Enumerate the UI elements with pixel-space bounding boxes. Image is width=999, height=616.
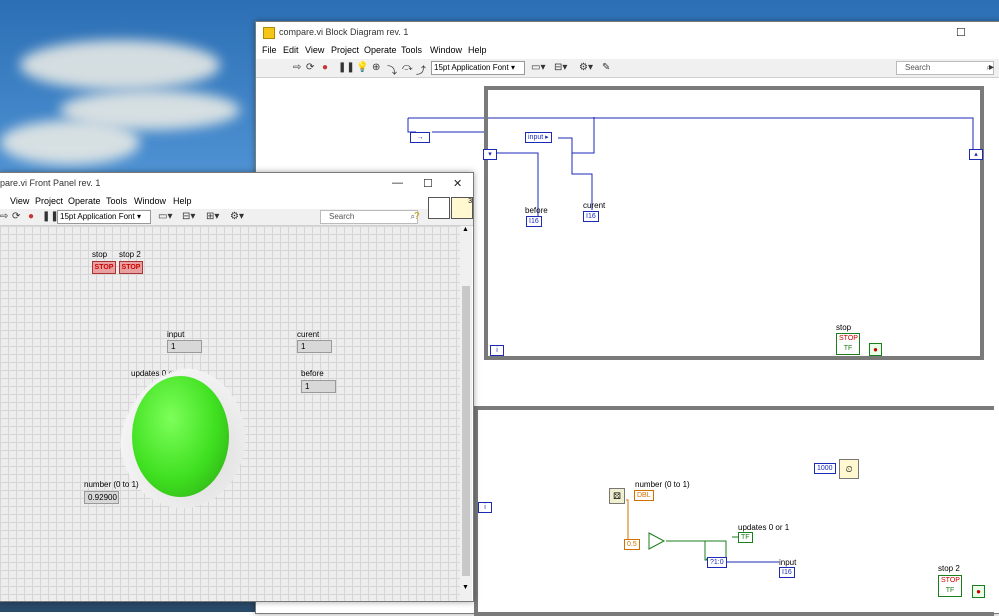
fp-reorder-icon[interactable]: ⚙▾: [230, 211, 244, 222]
cloud: [0, 120, 140, 165]
const-05-value: 0.5: [627, 541, 637, 548]
number-terminal-type: DBL: [637, 492, 651, 499]
stop-label: stop: [92, 250, 108, 259]
input-terminal-type: I16: [782, 569, 792, 576]
loop1-iteration-label: i: [496, 347, 498, 354]
fp-distribute-objects-icon[interactable]: ⊟▾: [182, 211, 195, 222]
number-indicator: 0.92900: [84, 491, 119, 504]
before-indicator: 1: [301, 380, 336, 393]
front-panel-window: pare.vi Front Panel rev. 1 — ☐ ✕ View Pr…: [0, 172, 474, 602]
fp-canvas: stop STOP stop 2 STOP input 1 curent 1 u…: [0, 226, 460, 601]
fp-abort-icon[interactable]: ●: [28, 211, 34, 222]
updates-terminal-type: TF: [741, 534, 750, 541]
help-icon[interactable]: ?: [414, 211, 420, 222]
random-number-icon[interactable]: ⚄: [609, 488, 625, 504]
before-terminal-type: I16: [529, 218, 539, 225]
stop2-button[interactable]: STOP: [119, 261, 143, 274]
fp-font-select[interactable]: 15pt Application Font ▾: [57, 210, 151, 224]
curent-terminal-type: I16: [586, 213, 596, 220]
stop-button[interactable]: STOP: [92, 261, 116, 274]
loop2-iteration-label: i: [484, 504, 486, 511]
updates-terminal-label: updates 0 or 1: [738, 523, 790, 532]
wait-ms-icon[interactable]: ⏲: [839, 459, 859, 479]
connector-pane-icon[interactable]: [428, 197, 450, 219]
vi-icon-count: 3: [468, 198, 472, 205]
fp-menu-operate[interactable]: Operate: [68, 196, 101, 206]
shift-register-right[interactable]: ▴: [969, 149, 983, 160]
number-terminal[interactable]: DBL: [634, 490, 654, 501]
fp-minimize-button[interactable]: —: [392, 177, 403, 189]
stop2-terminal[interactable]: STOP TF: [938, 575, 962, 597]
fp-menubar: View Project Operate Tools Window Help: [0, 195, 473, 209]
number-terminal-label: number (0 to 1): [635, 480, 690, 489]
wait-ms-value: 1000: [817, 465, 833, 472]
cloud: [20, 40, 220, 90]
fp-resize-objects-icon[interactable]: ⊞▾: [206, 211, 219, 222]
stop-terminal[interactable]: STOP TF: [836, 333, 860, 355]
before-label: before: [301, 369, 324, 378]
scroll-down-icon[interactable]: ▼: [462, 584, 469, 591]
input-label: input: [167, 330, 185, 339]
stop2-terminal-label: stop 2: [938, 564, 960, 573]
stop2-terminal-text: STOP: [941, 577, 960, 584]
input-local-variable[interactable]: input ▸: [525, 132, 552, 143]
curent-terminal[interactable]: I16: [583, 211, 599, 222]
stop-terminal-text: STOP: [839, 335, 858, 342]
fp-vertical-scrollbar[interactable]: ▲ ▼: [460, 226, 472, 601]
stop2-label: stop 2: [119, 250, 141, 259]
input-terminal[interactable]: I16: [779, 567, 795, 578]
loop2-condition-terminal[interactable]: ●: [972, 585, 985, 598]
fp-run-continuously-icon[interactable]: ⟳: [12, 211, 20, 222]
while-loop-2: [474, 406, 994, 616]
loop1-iteration-terminal[interactable]: i: [490, 345, 504, 356]
fp-font-select-value: 15pt Application Font: [60, 212, 135, 221]
shift-register-left[interactable]: ▾: [483, 149, 497, 160]
before-terminal-label: before: [525, 206, 548, 215]
wire-init: [407, 118, 416, 133]
scroll-thumb[interactable]: [462, 286, 470, 576]
fp-search-placeholder: Search: [329, 212, 355, 221]
curent-label: curent: [297, 330, 320, 339]
input-indicator: 1: [167, 340, 202, 353]
init-constant[interactable]: →: [410, 132, 430, 143]
fp-menu-help[interactable]: Help: [173, 196, 192, 206]
scroll-up-icon[interactable]: ▲: [462, 226, 469, 233]
before-terminal[interactable]: I16: [526, 216, 542, 227]
curent-terminal-label: curent: [583, 201, 606, 210]
fp-window-title: pare.vi Front Panel rev. 1: [0, 178, 101, 188]
wire-to-sr: [432, 131, 487, 153]
fp-search-input[interactable]: Search ⌕: [320, 210, 418, 224]
bool-to-int-node[interactable]: ?1:0: [707, 557, 727, 568]
curent-indicator: 1: [297, 340, 332, 353]
updates-terminal[interactable]: TF: [738, 532, 753, 543]
fp-menu-project[interactable]: Project: [35, 196, 63, 206]
updates-led[interactable]: [132, 376, 229, 497]
fp-maximize-button[interactable]: ☐: [423, 177, 433, 190]
stop-terminal-label: stop: [836, 323, 852, 332]
fp-close-button[interactable]: ✕: [453, 177, 462, 190]
number-label: number (0 to 1): [84, 480, 139, 489]
fp-align-objects-icon[interactable]: ▭▾: [158, 211, 172, 222]
wait-ms-constant[interactable]: 1000: [814, 463, 836, 474]
bool-to-int-label: ?1:0: [710, 559, 724, 566]
fp-toolbar: ⇨ ⟳ ● ❚❚ 15pt Application Font ▾ ▭▾ ⊟▾ ⊞…: [0, 209, 473, 226]
stop2-terminal-type: TF: [945, 587, 955, 594]
vi-icon[interactable]: 3: [451, 197, 473, 219]
input-terminal-label: input: [779, 558, 797, 567]
fp-menu-view[interactable]: View: [10, 196, 29, 206]
stop-terminal-type: TF: [843, 345, 853, 352]
while-loop-1: [484, 86, 984, 360]
const-05[interactable]: 0.5: [624, 539, 640, 550]
loop1-condition-terminal[interactable]: ●: [869, 343, 882, 356]
fp-run-arrow-icon[interactable]: ⇨: [0, 211, 8, 222]
fp-titlebar: pare.vi Front Panel rev. 1 — ☐ ✕: [0, 173, 473, 195]
loop2-iteration-terminal[interactable]: i: [478, 502, 492, 513]
fp-menu-window[interactable]: Window: [134, 196, 166, 206]
fp-menu-tools[interactable]: Tools: [106, 196, 127, 206]
input-local-label: input: [528, 134, 544, 141]
